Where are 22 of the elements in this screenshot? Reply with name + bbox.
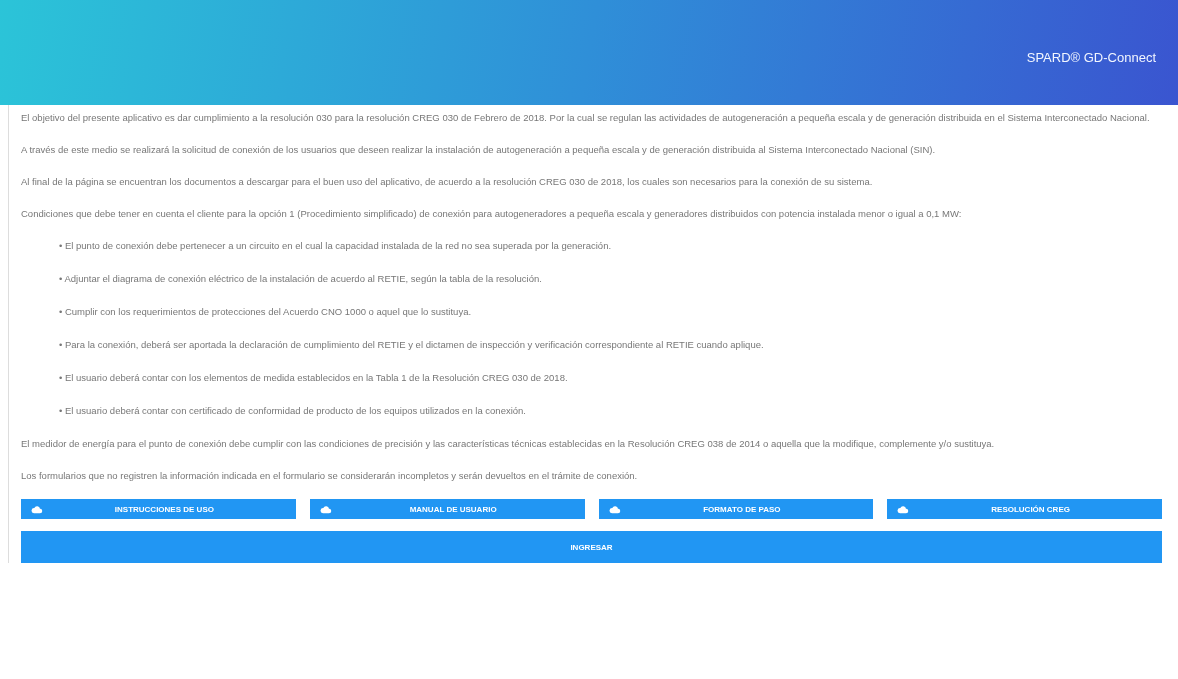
- condition-item: • Para la conexión, deberá ser aportada la declaración de cumplimiento del RETIE y el dictamen de inspección y verificación correspondiente al RETIE cuando aplique.: [59, 338, 765, 351]
- cloud-icon: [319, 504, 332, 514]
- download-button[interactable]: MANUAL DE USUARIO: [309, 499, 585, 519]
- app-title: SPARD® GD-Connect: [1026, 50, 1156, 65]
- paragraph: Condiciones que debe tener en cuenta el cliente para la opción 1 (Procedimiento simplificado) de conexión para autogeneradores a pequeña escala y generadores distribuidos con potencia instalada menor o igual a 0,1 MW:: [21, 207, 963, 220]
- condition-item: • El usuario deberá contar con certificado de conformidad de producto de los equipos utilizados en la conexión.: [59, 404, 527, 417]
- paragraph: Al final de la página se encuentran los documentos a descargar para el buen uso del aplicativo, de acuerdo a la resolución CREG 030 de 2018, los cuales son necesarios para la conexión de su sistema.: [21, 175, 874, 188]
- download-button[interactable]: FORMATO DE PASO: [598, 499, 874, 519]
- condition-item: • El usuario deberá contar con los elementos de medida establecidos en la Tabla 1 de la Resolución CREG 030 de 2018.: [59, 371, 569, 384]
- enter-button[interactable]: INGRESAR: [21, 531, 1162, 563]
- cloud-icon: [31, 504, 43, 514]
- condition-item: • Adjuntar el diagrama de conexión eléctrico de la instalación de acuerdo al RETIE, según la tabla de la resolución.: [59, 272, 543, 285]
- paragraph: El medidor de energía para el punto de conexión debe cumplir con las condiciones de precisión y las características técnicas establecidas en la Resolución CREG 038 de 2014 o aquella que la modifique, complemente y/o sustituya.: [21, 437, 996, 450]
- condition-item: • Cumplir con los requerimientos de protecciones del Acuerdo CNO 1000 o aquel que lo sustituya.: [59, 305, 473, 318]
- paragraph: A través de este medio se realizará la solicitud de conexión de los usuarios que deseen realizar la instalación de autogeneración a pequeña escala y de generación distribuida al Sistema Interconectado Nacional (SIN).: [21, 143, 937, 156]
- condition-item: • El punto de conexión debe pertenecer a un circuito en el cual la capacidad instalada de la red no sea superada por la generación.: [59, 239, 613, 252]
- cloud-icon: [897, 504, 910, 514]
- cloud-icon: [608, 504, 621, 514]
- paragraph: El objetivo del presente aplicativo es dar cumplimiento a la resolución 030 para la resolución CREG 030 de Febrero de 2018. Por la cual se regulan las actividades de autogeneración a pequeña escala y de generación distribuida en el Sistema Interconectado Nacional.: [21, 111, 1151, 124]
- download-button[interactable]: INSTRUCCIONES DE USO: [21, 499, 296, 519]
- paragraph: Los formularios que no registren la información indicada en el formulario se considerarán incompletos y serán devueltos en el trámite de conexión.: [21, 469, 639, 482]
- download-button[interactable]: RESOLUCIÓN CREG: [887, 499, 1162, 519]
